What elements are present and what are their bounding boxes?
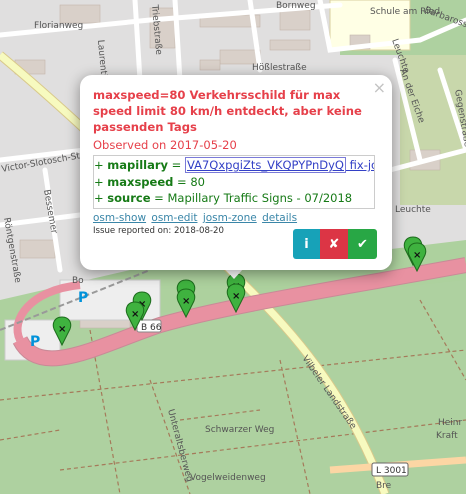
close-button[interactable]: × [373,78,386,97]
josm-zone-link[interactable]: josm-zone [203,212,257,224]
fixed-button[interactable]: ✔ [348,229,377,259]
observed-date: Observed on 2017-05-20 [93,138,237,152]
road-shield-label: L 3001 [376,466,407,476]
tag-eq: = [173,174,191,189]
parking-icon: P [30,334,40,350]
tag-key: mapillary [107,158,169,172]
street-label: Hößlestraße [252,63,307,73]
street-label: Leuchte [395,205,431,215]
place-label: Heinr [438,418,463,428]
tag-key: source [107,191,151,205]
osm-edit-link[interactable]: osm-edit [151,212,197,224]
tag-row: + source = Mapillary Traffic Signs - 07/… [94,190,374,207]
fix-josm-link[interactable]: fix-josm [346,158,374,172]
x-icon: × [413,250,421,261]
x-icon: × [232,291,240,302]
mapillary-link[interactable]: VA7QxpgiZts_VKQPYPnDyQ [184,157,346,173]
action-links: osm-show osm-edit josm-zone details [93,212,379,224]
road-shield-label: B 66 [141,323,162,333]
details-link[interactable]: details [262,212,297,224]
x-icon: × [182,296,190,307]
osm-show-link[interactable]: osm-show [93,212,146,224]
tag-eq: = [150,191,168,205]
issue-title: maxspeed=80 Verkehrsschild für max speed… [93,88,362,134]
x-icon: × [131,309,139,320]
tag-key: maxspeed [107,174,174,189]
street-label: Schwarzer Weg [205,425,274,435]
tag-row: + mapillary = VA7QxpgiZts_VKQPYPnDyQ fix… [94,157,374,174]
street-label: Bre [376,481,392,491]
tag-row: + maxspeed = 80 [94,174,374,191]
status-button-group: i ✘ ✔ [293,229,377,259]
tag-list: + mapillary = VA7QxpgiZts_VKQPYPnDyQ fix… [93,155,375,209]
place-label: Kraft [436,431,458,441]
x-icon: × [58,324,66,335]
street-label: Florianweg [34,21,83,31]
info-button[interactable]: i [293,229,320,259]
tag-prefix: + [94,174,108,189]
parking-icon: P [78,290,88,306]
tag-prefix: + [94,191,108,205]
tag-eq: = [168,158,185,172]
street-label: Vogelweidenweg [190,473,266,483]
issue-popup: × maxspeed=80 Verkehrsschild für max spe… [80,75,392,270]
street-label: Bornweg [276,1,316,11]
street-label: Bo [72,276,84,286]
tag-prefix: + [94,158,108,172]
tag-value: Mapillary Traffic Signs - 07/2018 [167,191,353,205]
tag-value: 80 [190,174,205,189]
false-positive-button[interactable]: ✘ [320,229,348,259]
